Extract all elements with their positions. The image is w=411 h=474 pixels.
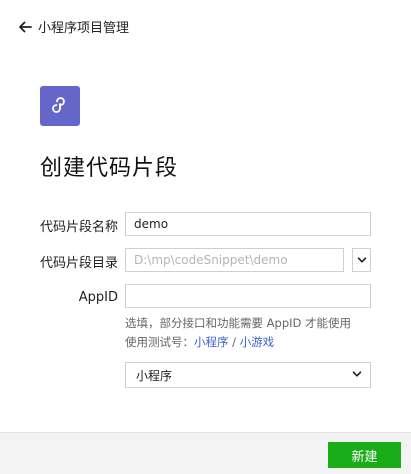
create-snippet-page: 小程序项目管理 创建代码片段 代码片段名称 demo 代码片段目录 D:\mp\…: [0, 0, 411, 474]
test-account-mini-game-link[interactable]: 小游戏: [240, 335, 275, 349]
snippet-directory-input[interactable]: D:\mp\codeSnippet\demo: [125, 248, 344, 272]
arrow-left-icon: [19, 21, 32, 32]
test-account-hint: 使用测试号：小程序 / 小游戏: [125, 334, 274, 350]
page-title: 创建代码片段: [40, 156, 179, 181]
create-button[interactable]: 新建: [328, 442, 401, 468]
select-chevron: [352, 368, 362, 382]
back-button[interactable]: 小程序项目管理: [18, 17, 129, 36]
appid-hint: 选填，部分接口和功能需要 AppID 才能使用: [125, 316, 352, 330]
snippet-name-input[interactable]: demo: [125, 212, 371, 236]
snippet-directory-label: 代码片段目录: [39, 256, 118, 271]
appid-input[interactable]: [125, 284, 371, 308]
test-account-mini-program-link[interactable]: 小程序: [194, 335, 229, 349]
chevron-down-icon: [352, 371, 362, 377]
appid-label: AppID: [78, 290, 118, 305]
project-type-select[interactable]: 小程序: [125, 362, 371, 388]
test-account-prefix: 使用测试号：: [125, 335, 194, 349]
directory-picker-button[interactable]: [352, 248, 371, 272]
chevron-down-icon: [357, 257, 366, 263]
mini-program-logo: [40, 86, 80, 126]
test-account-separator: /: [228, 335, 240, 349]
back-label: 小程序项目管理: [38, 21, 130, 36]
project-type-value: 小程序: [136, 368, 173, 383]
mini-program-icon: [52, 97, 65, 113]
snippet-name-label: 代码片段名称: [39, 220, 118, 235]
